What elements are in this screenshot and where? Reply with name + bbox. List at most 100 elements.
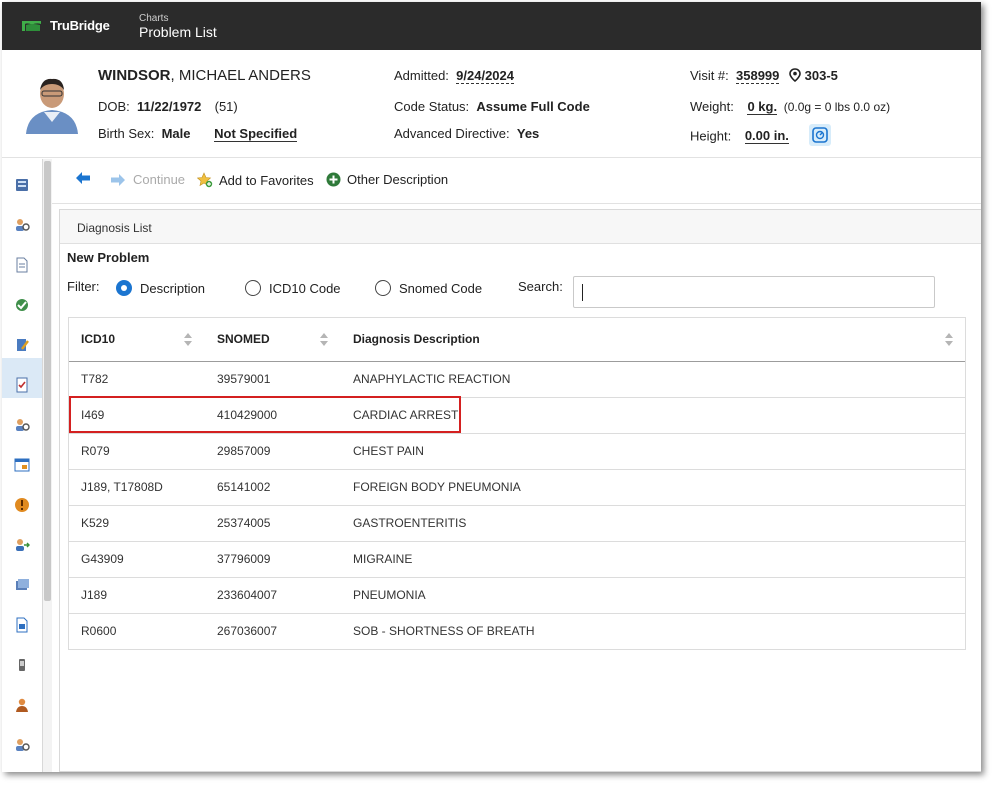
- column-header-snomed[interactable]: SNOMED: [217, 332, 270, 346]
- sort-icon[interactable]: [945, 333, 953, 346]
- globe-check-icon[interactable]: [14, 297, 30, 313]
- document-icon[interactable]: [14, 257, 30, 273]
- nav-scrollbar[interactable]: [43, 159, 52, 772]
- add-to-favorites-button[interactable]: Add to Favorites: [197, 172, 314, 188]
- radio-description-label[interactable]: Description: [140, 281, 205, 296]
- advanced-directive-field: Advanced Directive: Yes: [394, 126, 539, 141]
- table-row[interactable]: K529 25374005 GASTROENTERITIS: [69, 506, 965, 542]
- table-row[interactable]: G43909 37796009 MIGRAINE: [69, 542, 965, 578]
- cell-icd10: R0600: [81, 624, 117, 638]
- table-row[interactable]: T782 39579001 ANAPHYLACTIC REACTION: [69, 362, 965, 398]
- cell-icd10: K529: [81, 516, 110, 530]
- plus-circle-icon: [326, 172, 341, 187]
- toolbar: Continue Add to Favorites Other Descript…: [52, 159, 981, 204]
- sort-icon[interactable]: [320, 333, 328, 346]
- height-value[interactable]: 0.00 in.: [744, 128, 789, 145]
- brand-name: TruBridge: [50, 18, 110, 33]
- cell-snomed: 267036007: [217, 624, 278, 638]
- back-button[interactable]: [76, 172, 91, 184]
- users-search-icon-3[interactable]: [14, 737, 30, 753]
- weight-field: Weight: 0 kg. (0.0g = 0 lbs 0.0 oz): [690, 99, 891, 115]
- cell-icd10: T782: [81, 372, 109, 386]
- visit-field: Visit #: 358999 303-5: [690, 68, 838, 84]
- column-header-description[interactable]: Diagnosis Description: [353, 332, 480, 346]
- radio-icd10[interactable]: [245, 280, 261, 296]
- weight-detail: (0.0g = 0 lbs 0.0 oz): [783, 100, 891, 114]
- code-status-label: Code Status:: [394, 99, 470, 114]
- room-number: 303-5: [804, 68, 838, 83]
- birth-sex-field: Birth Sex: Male Not Specified: [98, 126, 298, 142]
- brand[interactable]: TruBridge: [22, 18, 110, 33]
- users-search-icon-2[interactable]: [14, 417, 30, 433]
- nav-scrollbar-thumb[interactable]: [44, 161, 51, 601]
- table-row[interactable]: J189 233604007 PNEUMONIA: [69, 578, 965, 614]
- cell-description: FOREIGN BODY PNEUMONIA: [353, 480, 521, 494]
- cell-icd10: I469: [81, 408, 105, 422]
- birth-sex-value: Male: [161, 126, 191, 141]
- nav-rail: [2, 159, 43, 772]
- sort-icon[interactable]: [184, 333, 192, 346]
- table-row[interactable]: R079 29857009 CHEST PAIN: [69, 434, 965, 470]
- panel-title: Diagnosis List: [60, 210, 981, 244]
- radio-description[interactable]: [116, 280, 132, 296]
- cell-icd10: J189, T17808D: [81, 480, 163, 494]
- visit-number[interactable]: 358999: [736, 68, 780, 84]
- patient-header: WINDSOR, MICHAEL ANDERS DOB: 11/22/1972 …: [2, 50, 981, 158]
- radio-icd10-label[interactable]: ICD10 Code: [269, 281, 341, 296]
- diagnosis-list-panel: Diagnosis List New Problem Filter: Descr…: [59, 209, 981, 772]
- patient-photo: [22, 72, 82, 134]
- column-header-icd10[interactable]: ICD10: [81, 332, 115, 346]
- continue-button[interactable]: Continue: [110, 172, 185, 187]
- cell-description: SOB - SHORTNESS OF BREATH: [353, 624, 535, 638]
- birth-sex-label: Birth Sex:: [98, 126, 155, 141]
- search-label: Search:: [518, 279, 563, 294]
- back-arrow-icon: [76, 172, 90, 184]
- cell-snomed: 410429000: [217, 408, 278, 422]
- radio-snomed-label[interactable]: Snomed Code: [399, 281, 482, 296]
- location-pin-icon: [789, 68, 801, 83]
- forward-arrow-icon: [111, 173, 125, 186]
- gender-identity-link[interactable]: Not Specified: [214, 126, 298, 142]
- breadcrumb-section[interactable]: Charts: [139, 13, 217, 24]
- radio-snomed[interactable]: [375, 280, 391, 296]
- clipboard-edit-icon[interactable]: [14, 337, 30, 353]
- calendar-icon[interactable]: [14, 457, 30, 473]
- cell-snomed: 37796009: [217, 552, 271, 566]
- report-icon[interactable]: [14, 617, 30, 633]
- table-header: ICD10 SNOMED Diagnosis Description: [69, 318, 965, 362]
- cell-description: GASTROENTERITIS: [353, 516, 467, 530]
- dob-field: DOB: 11/22/1972 (51): [98, 99, 238, 114]
- cell-snomed: 29857009: [217, 444, 271, 458]
- cell-snomed: 65141002: [217, 480, 271, 494]
- page-title: Problem List: [139, 24, 217, 40]
- top-bar: TruBridge Charts Problem List: [2, 2, 981, 50]
- table-row[interactable]: I469 410429000 CARDIAC ARREST: [69, 398, 965, 434]
- alert-icon[interactable]: [14, 497, 30, 513]
- app-window: TruBridge Charts Problem List WINDSOR, M…: [2, 2, 981, 772]
- checklist-icon[interactable]: [14, 377, 30, 393]
- table-row[interactable]: J189, T17808D 65141002 FOREIGN BODY PNEU…: [69, 470, 965, 506]
- favorites-label: Add to Favorites: [219, 172, 314, 188]
- cell-description: ANAPHYLACTIC REACTION: [353, 372, 511, 386]
- cell-description: PNEUMONIA: [353, 588, 426, 602]
- weight-value[interactable]: 0 kg.: [747, 99, 778, 115]
- patient-last-name: WINDSOR: [98, 67, 171, 84]
- cell-icd10: G43909: [81, 552, 124, 566]
- scale-icon[interactable]: [808, 124, 831, 146]
- search-input[interactable]: [573, 276, 935, 308]
- person-icon[interactable]: [14, 697, 30, 713]
- device-icon[interactable]: [14, 657, 30, 673]
- admitted-date[interactable]: 9/24/2024: [456, 68, 514, 84]
- transfer-icon[interactable]: [14, 537, 30, 553]
- users-search-icon[interactable]: [14, 217, 30, 233]
- other-description-button[interactable]: Other Description: [326, 172, 448, 187]
- admitted-field: Admitted: 9/24/2024: [394, 68, 514, 84]
- height-field: Height: 0.00 in.: [690, 124, 831, 148]
- orders-icon[interactable]: [14, 577, 30, 593]
- code-status-value: Assume Full Code: [476, 99, 590, 114]
- database-icon[interactable]: [14, 177, 30, 193]
- advanced-directive-label: Advanced Directive:: [394, 126, 510, 141]
- text-caret: [582, 284, 583, 301]
- table-row[interactable]: R0600 267036007 SOB - SHORTNESS OF BREAT…: [69, 614, 965, 650]
- diagnosis-table: ICD10 SNOMED Diagnosis Description T782 …: [68, 317, 966, 650]
